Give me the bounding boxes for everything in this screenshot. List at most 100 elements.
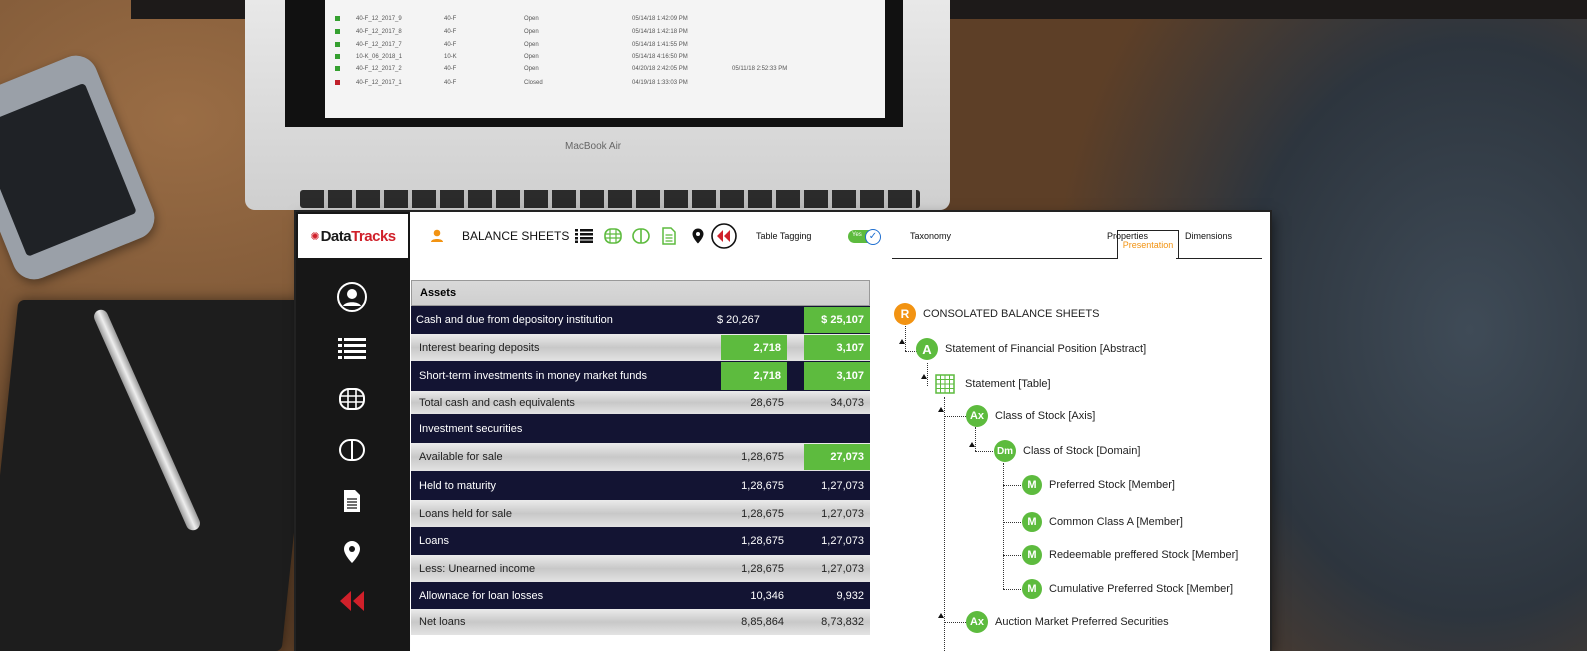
- document-icon[interactable]: [334, 484, 370, 518]
- highlighted-value-cell[interactable]: 2,718: [721, 362, 787, 390]
- row-label: Interest bearing deposits: [419, 341, 540, 354]
- row-label: Allownace for loan losses: [419, 589, 544, 602]
- value-cell[interactable]: 28,675: [750, 397, 784, 409]
- value-cell[interactable]: 1,27,073: [821, 535, 864, 547]
- laptop-cell: 40-F_12_2017_1: [356, 80, 402, 87]
- location-pin-icon[interactable]: [334, 535, 370, 569]
- table-row[interactable]: Held to maturity 1,28,675 1,27,073: [411, 471, 870, 500]
- rewind-icon[interactable]: [334, 584, 370, 618]
- value-cell[interactable]: 8,85,864: [741, 616, 784, 628]
- tree-node-domain[interactable]: Dm Class of Stock [Domain]: [994, 440, 1140, 462]
- tree-node-abstract[interactable]: A Statement of Financial Position [Abstr…: [916, 338, 1146, 360]
- laptop-image: 40-F_12_2017_9 40-F Open 05/14/18 1:42:09 P…: [245, 0, 950, 210]
- top-navigation: BALANCE SHEETS Table Tagging Yes ✓ Taxon…: [412, 212, 1270, 260]
- member-badge-icon: M: [1022, 475, 1042, 495]
- collapse-arrow-icon[interactable]: [899, 339, 905, 344]
- row-label: Held to maturity: [419, 479, 497, 492]
- value-cell[interactable]: 1,28,675: [741, 508, 784, 520]
- collapse-arrow-icon[interactable]: [938, 407, 944, 412]
- globe-grid-icon[interactable]: [334, 382, 370, 416]
- highlighted-value-cell[interactable]: 2,718: [721, 335, 787, 360]
- value-cell[interactable]: 8,73,832: [821, 616, 864, 628]
- status-dot-icon: [335, 42, 340, 47]
- abstract-badge-icon: A: [916, 338, 938, 360]
- value-cell[interactable]: 1,27,073: [821, 508, 864, 520]
- table-row[interactable]: Less: Unearned income 1,28,675 1,27,073: [411, 555, 870, 582]
- table-row[interactable]: Loans 1,28,675 1,27,073: [411, 527, 870, 555]
- value-cell[interactable]: 1,27,073: [821, 563, 864, 575]
- laptop-cell: 40-F: [444, 66, 457, 73]
- datatracks-logo[interactable]: ✺ DataTracks: [298, 214, 408, 258]
- rewind-circle-icon[interactable]: [711, 212, 737, 260]
- split-circle-icon[interactable]: [632, 212, 650, 260]
- tab-dimensions[interactable]: Dimensions: [1185, 212, 1232, 260]
- notebook-image: [0, 300, 319, 651]
- split-circle-icon[interactable]: [334, 433, 370, 467]
- highlighted-value-cell[interactable]: 27,073: [804, 444, 870, 470]
- value-cell[interactable]: 9,932: [836, 590, 864, 602]
- laptop-filing-list: 40-F_12_2017_9 40-F Open 05/14/18 1:42:09 P…: [325, 0, 885, 118]
- row-label: Less: Unearned income: [419, 562, 536, 575]
- value-cell[interactable]: 10,346: [750, 590, 784, 602]
- highlighted-value-cell[interactable]: 3,107: [804, 362, 870, 390]
- status-dot-icon: [335, 66, 340, 71]
- laptop-cell: 04/20/18 2:42:05 PM: [632, 66, 688, 73]
- location-pin-icon[interactable]: [692, 212, 704, 260]
- tab-underline: [892, 258, 1262, 259]
- collapse-arrow-icon[interactable]: [969, 442, 975, 447]
- tree-node-table[interactable]: Statement [Table]: [935, 374, 1051, 394]
- table-row[interactable]: Investment securities: [411, 414, 870, 443]
- laptop-cell: 40-F: [444, 16, 457, 23]
- tree-node-label: CONSOLATED BALANCE SHEETS: [923, 308, 1100, 320]
- table-row[interactable]: Loans held for sale 1,28,675 1,27,073: [411, 500, 870, 527]
- row-label: Loans held for sale: [419, 507, 512, 520]
- user-circle-icon[interactable]: [334, 280, 370, 314]
- user-icon[interactable]: [430, 212, 444, 260]
- value-cell[interactable]: 34,073: [830, 397, 864, 409]
- table-tagging-toggle[interactable]: Yes ✓: [848, 212, 881, 260]
- laptop-cell: 10-K_06_2018_1: [356, 54, 403, 61]
- globe-grid-icon[interactable]: [604, 212, 622, 260]
- value-cell[interactable]: 1,28,675: [741, 563, 784, 575]
- table-row[interactable]: 2,718 3,107 Short-term investments in mone…: [411, 361, 870, 391]
- document-icon[interactable]: [662, 212, 676, 260]
- list-icon[interactable]: [334, 331, 370, 365]
- tree-node-member[interactable]: M Common Class A [Member]: [1022, 512, 1183, 532]
- toggle-label: Yes: [852, 231, 862, 238]
- value-cell[interactable]: 1,28,675: [741, 451, 784, 463]
- value-cell[interactable]: 1,28,675: [741, 480, 784, 492]
- laptop-cell: 40-F: [444, 29, 457, 36]
- tab-properties[interactable]: Properties: [1107, 212, 1148, 260]
- tree-node-member[interactable]: M Preferred Stock [Member]: [1022, 475, 1175, 495]
- tab-taxonomy[interactable]: Taxonomy: [910, 212, 951, 260]
- list-view-icon[interactable]: [575, 212, 593, 260]
- highlighted-value-cell[interactable]: 3,107: [804, 335, 870, 360]
- table-row[interactable]: Allownace for loan losses 10,346 9,932: [411, 582, 870, 609]
- value-cell[interactable]: 1,28,675: [741, 535, 784, 547]
- table-row[interactable]: $ 25,107 Cash and due from depository ins…: [411, 306, 870, 334]
- tree-node-axis[interactable]: Ax Class of Stock [Axis]: [966, 405, 1095, 427]
- table-row[interactable]: Total cash and cash equivalents 28,675 34,…: [411, 391, 870, 414]
- laptop-list-row: 40-F_12_2017_9 40-F Open 05/14/18 1:42:09 P…: [335, 16, 832, 28]
- value-cell[interactable]: $ 20,267: [717, 314, 760, 326]
- status-dot-icon: [335, 16, 340, 21]
- row-label: Cash and due from depository institution: [416, 314, 613, 326]
- tree-node-root[interactable]: R CONSOLATED BALANCE SHEETS: [894, 303, 1099, 325]
- balance-sheet-table: Assets $ 25,107 Cash and due from deposit…: [411, 280, 870, 635]
- highlighted-value-cell[interactable]: $ 25,107: [804, 307, 870, 333]
- tree-connector: [1003, 522, 1021, 523]
- tree-node-axis[interactable]: Ax Auction Market Preferred Securities: [966, 611, 1169, 633]
- tree-node-member[interactable]: M Redeemable preffered Stock [Member]: [1022, 545, 1238, 565]
- member-badge-icon: M: [1022, 579, 1042, 599]
- collapse-arrow-icon[interactable]: [938, 613, 944, 618]
- value-cell[interactable]: 1,27,073: [821, 480, 864, 492]
- table-row[interactable]: Net loans 8,85,864 8,73,832: [411, 609, 870, 635]
- tree-node-label: Cumulative Preferred Stock [Member]: [1049, 583, 1234, 595]
- collapse-arrow-icon[interactable]: [921, 374, 927, 379]
- laptop-cell: 40-F_12_2017_2: [356, 66, 402, 73]
- app-window: ✺ DataTracks BALANCE SHEETS Table Taggin…: [296, 212, 1270, 651]
- laptop-list-row: 40-F_12_2017_1 40-F Closed 04/19/18 1:33:03…: [335, 80, 832, 92]
- tree-node-member[interactable]: M Cumulative Preferred Stock [Member]: [1022, 579, 1233, 599]
- table-row[interactable]: 2,718 3,107 Interest bearing deposits: [411, 334, 870, 361]
- table-row[interactable]: 27,073 Available for sale 1,28,675: [411, 443, 870, 471]
